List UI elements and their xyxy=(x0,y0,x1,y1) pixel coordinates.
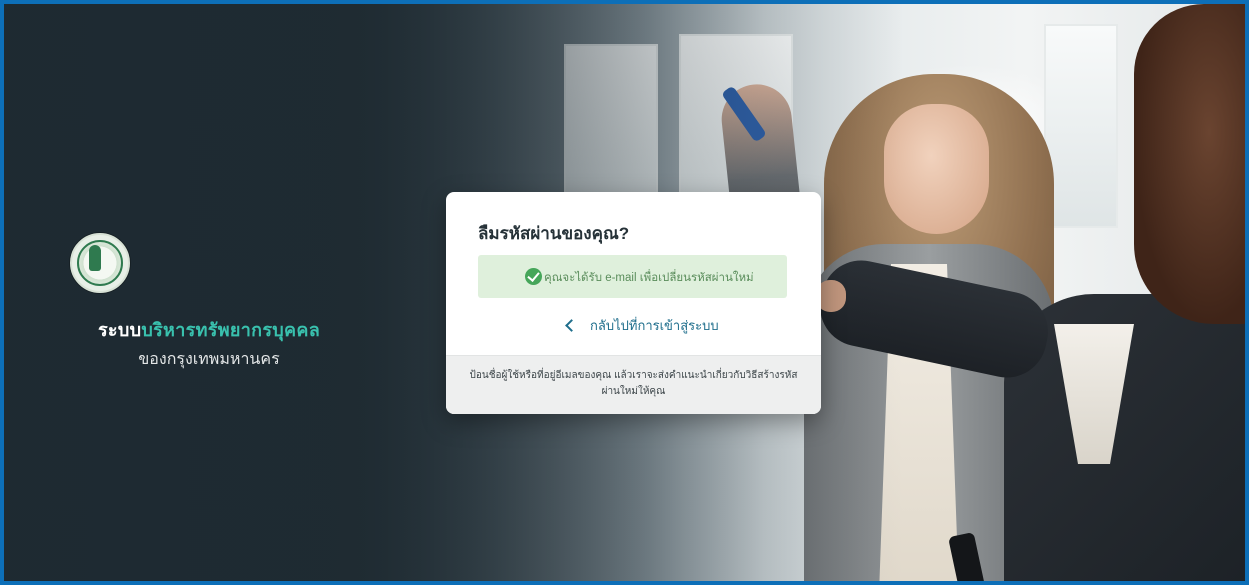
chevron-left-icon xyxy=(565,318,578,332)
system-title-part1: ระบบ xyxy=(97,320,142,340)
system-title: ระบบบริหารทรัพยากรบุคคล xyxy=(64,315,354,344)
check-circle-icon xyxy=(525,268,542,285)
dialog-footer: ป้อนชื่อผู้ใช้หรือที่อยู่อีเมลของคุณ แล้… xyxy=(446,355,821,414)
system-title-part2: บริหารทรัพยากรบุคคล xyxy=(141,320,321,340)
seal-figure xyxy=(89,245,101,271)
success-message: คุณจะได้รับ e-mail เพื่อเปลี่ยนรหัสผ่านใ… xyxy=(544,272,754,284)
back-to-login-link[interactable]: กลับไปที่การเข้าสู่ระบบ xyxy=(563,313,719,337)
dialog-title: ลืมรหัสผ่านของคุณ? xyxy=(478,224,630,243)
success-alert: คุณจะได้รับ e-mail เพื่อเปลี่ยนรหัสผ่านใ… xyxy=(478,255,787,298)
footer-instructions: ป้อนชื่อผู้ใช้หรือที่อยู่อีเมลของคุณ แล้… xyxy=(469,370,798,397)
forgot-password-dialog: ลืมรหัสผ่านของคุณ? คุณจะได้รับ e-mail เพ… xyxy=(446,192,821,414)
bangkok-seal-icon xyxy=(70,233,130,293)
system-subtitle: ของกรุงเทพมหานคร xyxy=(138,351,280,368)
app-frame: ระบบบริหารทรัพยากรบุคคล ของกรุงเทพมหานคร… xyxy=(0,0,1249,585)
back-to-login-label: กลับไปที่การเข้าสู่ระบบ xyxy=(590,317,719,333)
